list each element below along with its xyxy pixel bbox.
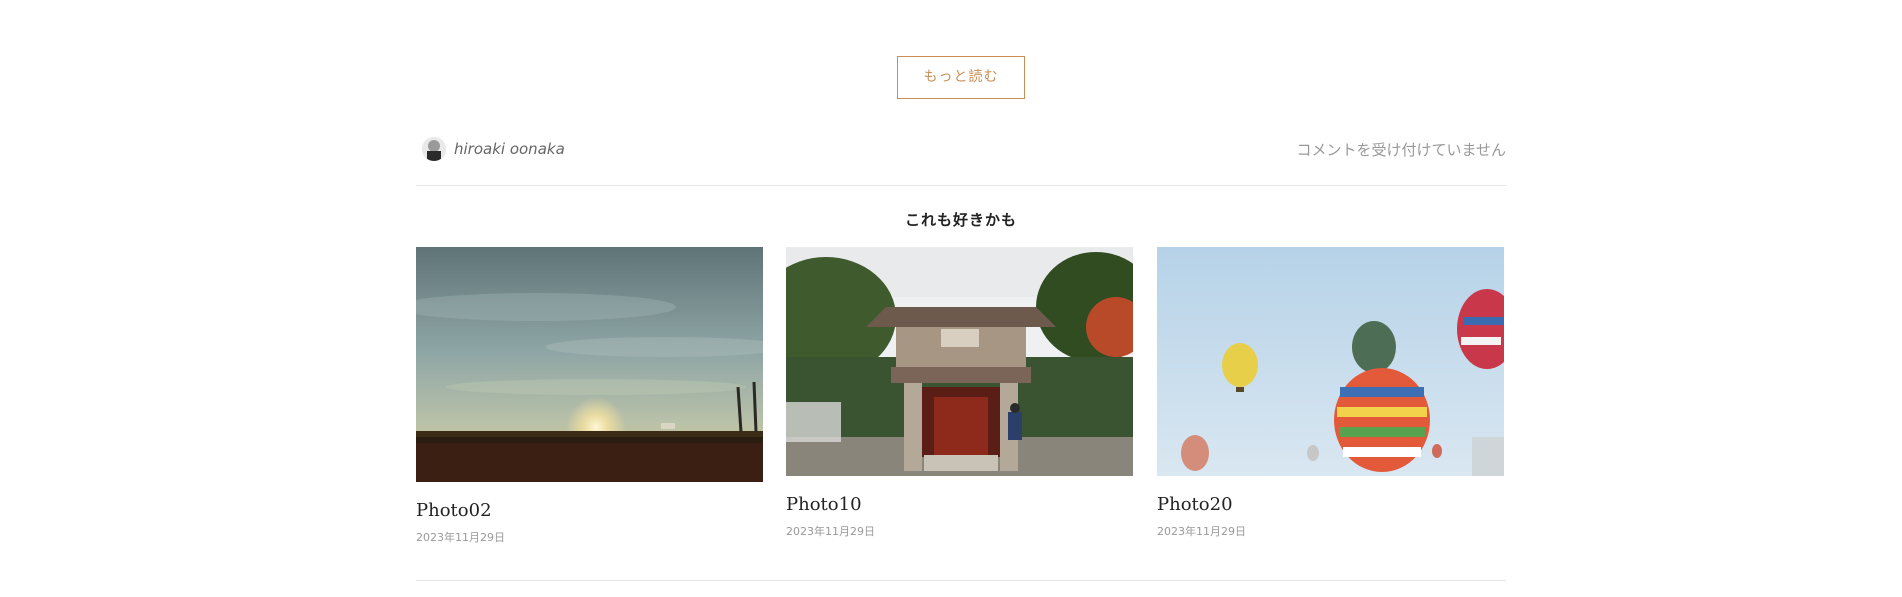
related-post-thumbnail[interactable] xyxy=(786,247,1133,476)
author-name[interactable]: hiroaki oonaka xyxy=(454,140,565,158)
avatar[interactable] xyxy=(422,137,446,161)
related-post-date: 2023年11月29日 xyxy=(416,531,505,544)
related-post-title[interactable]: Photo20 xyxy=(1157,494,1504,515)
divider xyxy=(416,580,1506,581)
related-post-date: 2023年11月29日 xyxy=(786,525,875,538)
related-post-date: 2023年11月29日 xyxy=(1157,525,1246,538)
related-post-thumbnail[interactable] xyxy=(1157,247,1504,476)
related-post-title[interactable]: Photo02 xyxy=(416,500,763,521)
post-footer: もっと読む hiroaki oonaka コメントを受け付けていません これも好… xyxy=(416,0,1506,597)
divider xyxy=(416,185,1506,186)
related-heading: これも好きかも xyxy=(904,211,1017,229)
read-more-button[interactable]: もっと読む xyxy=(897,56,1025,99)
comment-status: コメントを受け付けていません xyxy=(1296,141,1506,159)
related-post-thumbnail[interactable] xyxy=(416,247,763,482)
related-post-card: Photo02 2023年11月29日 xyxy=(416,247,763,545)
related-post-card: Photo10 2023年11月29日 xyxy=(786,247,1133,539)
related-post-title[interactable]: Photo10 xyxy=(786,494,1133,515)
author-row: hiroaki oonaka コメントを受け付けていません xyxy=(416,134,1506,164)
read-more-wrap: もっと読む xyxy=(416,56,1506,99)
related-post-card: Photo20 2023年11月29日 xyxy=(1157,247,1504,539)
